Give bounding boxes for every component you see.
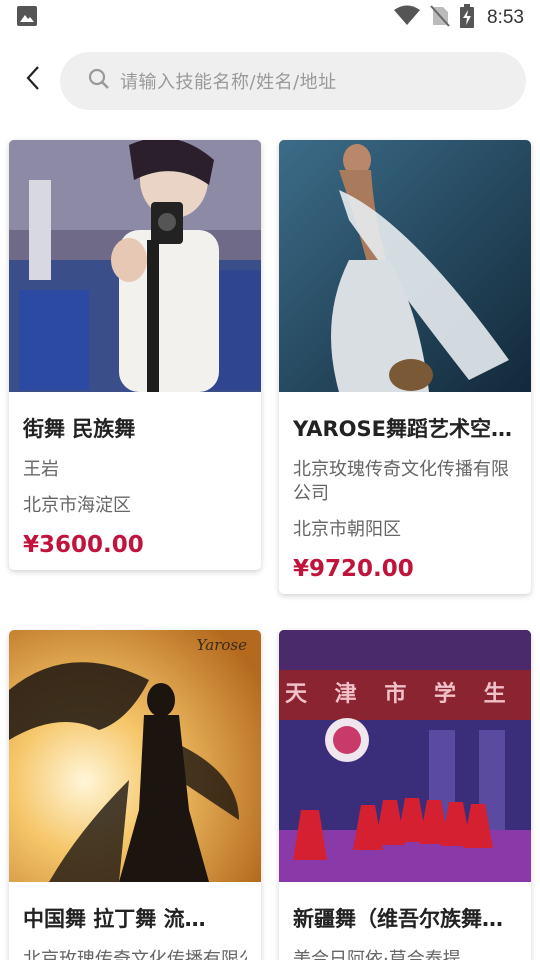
skill-card[interactable]: 天 津 市 学 生 舞 新疆舞（维吾尔族舞… 美合日阿依·莫合泰提: [279, 630, 531, 960]
card-image: Yarose: [9, 630, 261, 882]
card-title: YAROSE舞蹈艺术空…: [293, 417, 512, 441]
card-image: [9, 140, 261, 392]
status-right: 8:53: [393, 4, 524, 32]
wifi-icon: [393, 5, 421, 31]
search-input[interactable]: 请输入技能名称/姓名/地址: [60, 52, 526, 110]
back-button[interactable]: [14, 60, 54, 100]
card-provider: 王岩: [23, 459, 59, 480]
card-title: 新疆舞（维吾尔族舞…: [293, 907, 503, 931]
card-provider: 北京玫瑰传奇文化传播有限公司: [23, 949, 247, 960]
card-title: 街舞 民族舞: [23, 417, 136, 441]
battery-charging-icon: [459, 4, 475, 32]
header: 请输入技能名称/姓名/地址: [0, 36, 540, 126]
card-body: 新疆舞（维吾尔族舞… 美合日阿依·莫合泰提: [279, 882, 531, 960]
search-placeholder: 请输入技能名称/姓名/地址: [120, 72, 337, 93]
card-image: [279, 140, 531, 392]
card-title: 中国舞 拉丁舞 流…: [23, 907, 206, 931]
card-address: 北京市海淀区: [23, 495, 131, 516]
card-price: ¥3600.00: [23, 532, 144, 558]
card-price: ¥9720.00: [293, 556, 414, 582]
status-time: 8:53: [487, 7, 524, 28]
card-provider: 美合日阿依·莫合泰提: [293, 949, 461, 960]
watermark-logo: Yarose: [196, 636, 247, 654]
card-address: 北京市朝阳区: [293, 519, 401, 540]
card-body: YAROSE舞蹈艺术空… 北京玫瑰传奇文化传播有限公司 北京市朝阳区 ¥9720…: [279, 392, 531, 594]
chevron-left-icon: [24, 65, 44, 95]
card-body: 街舞 民族舞 王岩 北京市海淀区 ¥3600.00: [9, 392, 261, 570]
skill-card[interactable]: Yarose 中国舞 拉丁舞 流… 北京玫瑰传奇文化传播有限公司: [9, 630, 261, 960]
card-provider: 北京玫瑰传奇文化传播有限公司: [293, 459, 509, 504]
card-image: 天 津 市 学 生 舞: [279, 630, 531, 882]
no-sim-icon: [429, 4, 451, 32]
image-icon: [16, 5, 38, 31]
status-bar: 8:53: [0, 0, 540, 36]
card-body: 中国舞 拉丁舞 流… 北京玫瑰传奇文化传播有限公司: [9, 882, 261, 960]
skill-card[interactable]: YAROSE舞蹈艺术空… 北京玫瑰传奇文化传播有限公司 北京市朝阳区 ¥9720…: [279, 140, 531, 594]
status-left: [16, 5, 38, 31]
skill-card[interactable]: 街舞 民族舞 王岩 北京市海淀区 ¥3600.00: [9, 140, 261, 570]
search-icon: [88, 68, 110, 94]
stage-banner-text: 天 津 市 学 生 舞: [285, 682, 531, 707]
